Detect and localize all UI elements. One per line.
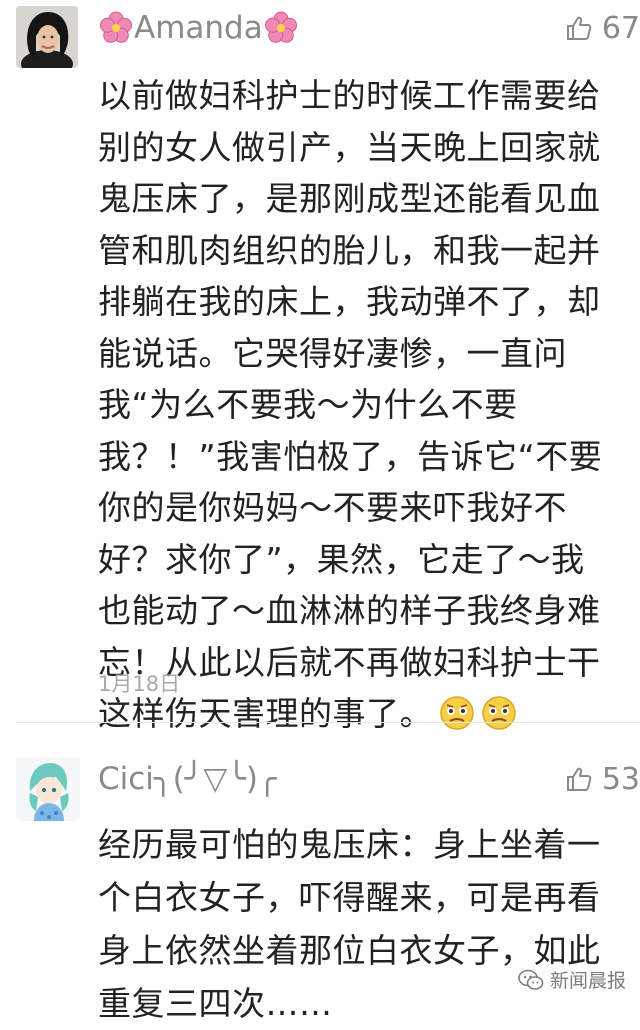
username-text: Amanda: [134, 10, 263, 46]
comment-text: 经历最可怕的鬼压床：身上坐着一个白衣女子，吓得醒来，可是再看身上依然坐着那位白衣…: [98, 818, 628, 1030]
woman-portrait-avatar-icon: [16, 6, 78, 68]
comment-text-content: 经历最可怕的鬼压床：身上坐着一个白衣女子，吓得醒来，可是再看身上依然坐着那位白衣…: [98, 825, 601, 1023]
user-avatar[interactable]: [16, 757, 80, 821]
comment-text: 以前做妇科护士的时候工作需要给别的女人做引产，当天晚上回家就鬼压床了，是那刚成型…: [98, 70, 618, 740]
pink-flower-icon: [264, 11, 297, 43]
user-avatar[interactable]: [16, 6, 78, 68]
like-button[interactable]: 67: [566, 6, 640, 50]
username[interactable]: Cici╮(╯▽╰)╭: [98, 757, 277, 801]
worried-face-emoji-icon: [440, 696, 474, 730]
watermark: 新闻晨报: [518, 966, 626, 993]
username[interactable]: Amanda: [98, 6, 299, 50]
comment-header: Cici╮(╯▽╰)╭ 53: [98, 757, 640, 801]
comment-divider: [16, 722, 640, 723]
username-text: Cici╮(╯▽╰)╭: [98, 761, 277, 797]
watermark-text: 新闻晨报: [549, 970, 626, 992]
worried-face-emoji-icon: [482, 696, 516, 730]
like-count: 53: [601, 761, 640, 797]
wechat-official-account-icon: [518, 969, 544, 990]
anime-girl-avatar-icon: [16, 757, 80, 821]
thumbs-up-icon: [566, 16, 592, 40]
comment-item: Amanda 67 以前做妇科护士的时候工作需要给别的女人做引产，当天晚上回家就…: [0, 0, 640, 733]
comment-header: Amanda 67: [98, 6, 640, 50]
comment-text-content: 以前做妇科护士的时候工作需要给别的女人做引产，当天晚上回家就鬼压床了，是那刚成型…: [98, 76, 603, 733]
pink-flower-icon: [100, 11, 132, 43]
thumbs-up-icon: [566, 767, 592, 791]
comment-date: 1月18日: [98, 672, 181, 696]
like-count: 67: [601, 10, 640, 46]
like-button[interactable]: 53: [566, 757, 640, 801]
